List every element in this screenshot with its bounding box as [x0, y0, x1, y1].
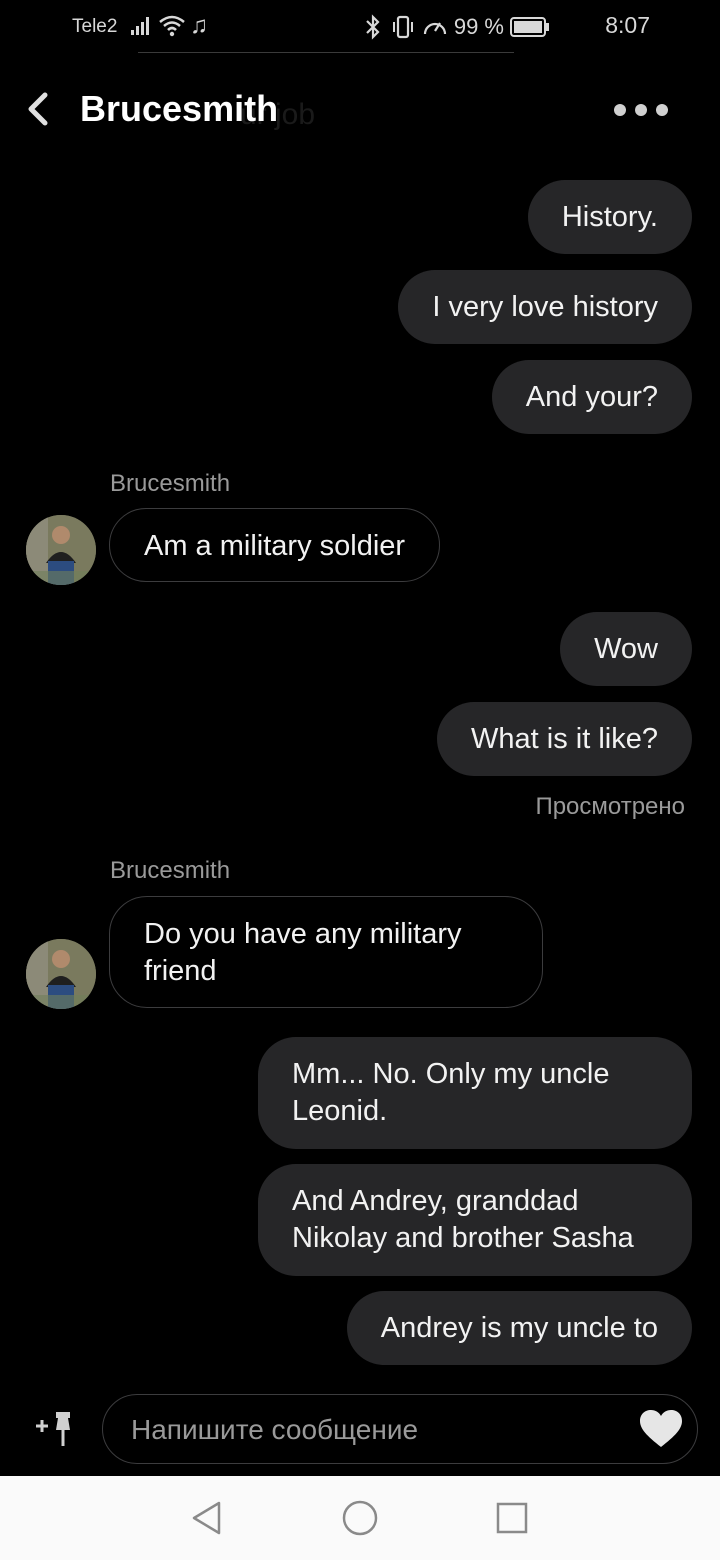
carrier-label: Tele2 — [72, 16, 118, 37]
message-text: I very love history — [432, 291, 658, 323]
message-input[interactable] — [129, 1409, 613, 1451]
vibrate-icon — [392, 15, 413, 39]
battery-percent: 99 % — [453, 14, 504, 39]
heart-icon — [640, 1410, 682, 1447]
signal-icon — [131, 17, 149, 35]
message-bubble-outgoing[interactable]: And your? — [491, 360, 692, 434]
back-button[interactable] — [18, 84, 58, 134]
avatar-photo — [26, 939, 96, 1009]
message-text: And Andrey, granddad Nikolay and brother… — [292, 1185, 634, 1254]
nav-home-button[interactable] — [340, 1498, 380, 1538]
music-note-icon: ♫ — [190, 12, 208, 39]
avatar[interactable] — [26, 515, 96, 585]
message-bubble-outgoing[interactable]: And Andrey, granddad Nikolay and brother… — [258, 1164, 692, 1276]
sender-name: Brucesmith — [110, 857, 231, 884]
message-bubble-outgoing[interactable]: Andrey is my uncle to — [346, 1291, 692, 1365]
message-bubble-outgoing[interactable]: Mm... No. Only my uncle Leonid. — [258, 1037, 692, 1149]
message-bubble-outgoing[interactable]: Wow — [560, 612, 692, 686]
message-text: Andrey is my uncle to — [380, 1312, 658, 1344]
like-button[interactable] — [639, 1409, 683, 1449]
more-horizontal-icon — [614, 104, 626, 116]
message-text: Am a military soldier — [144, 530, 406, 562]
sender-name: Brucesmith — [110, 470, 231, 497]
message-bubble-incoming[interactable]: Am a military soldier — [109, 508, 441, 582]
avatar[interactable] — [26, 939, 96, 1009]
attach-button[interactable] — [34, 1408, 76, 1450]
chevron-left-icon — [28, 92, 48, 126]
add-pin-icon — [36, 1412, 70, 1446]
nav-recents-button[interactable] — [492, 1498, 532, 1538]
avatar-photo — [26, 515, 96, 585]
more-dot — [635, 104, 647, 116]
status-bar: Tele2 ♫ 99 % 8:07 — [0, 0, 720, 56]
message-bubble-outgoing[interactable]: History. — [527, 180, 692, 254]
message-text: What is it like? — [471, 723, 658, 755]
status-icons: 99 % — [362, 14, 550, 40]
message-bubble-outgoing[interactable]: What is it like? — [437, 702, 692, 776]
message-text: Wow — [594, 633, 658, 665]
chat-header: ur job Brucesmith — [0, 62, 720, 158]
nav-back-button[interactable] — [188, 1498, 228, 1538]
bluetooth-icon — [366, 14, 380, 40]
message-text: And your? — [525, 381, 658, 413]
system-nav-bar — [0, 1476, 720, 1560]
message-bubble-incoming[interactable]: Do you have any military friend — [109, 896, 543, 1008]
message-text: History. — [561, 201, 658, 233]
message-text: Mm... No. Only my uncle Leonid. — [292, 1058, 610, 1127]
message-text: Do you have any military friend — [144, 918, 462, 987]
more-dot — [656, 104, 668, 116]
chat-title[interactable]: Brucesmith — [80, 88, 278, 130]
wifi-icon — [159, 15, 185, 37]
battery-icon — [510, 17, 549, 37]
square-recents-icon — [496, 1502, 528, 1534]
more-options-button[interactable] — [614, 92, 668, 128]
clock: 8:07 — [605, 12, 650, 38]
status-divider — [138, 52, 514, 53]
seen-status: Просмотрено — [535, 793, 685, 820]
message-bubble-outgoing[interactable]: I very love history — [398, 270, 692, 344]
triangle-back-icon — [192, 1501, 221, 1535]
message-composer — [102, 1394, 698, 1464]
speed-meter-icon — [423, 22, 446, 35]
circle-home-icon — [342, 1500, 378, 1536]
